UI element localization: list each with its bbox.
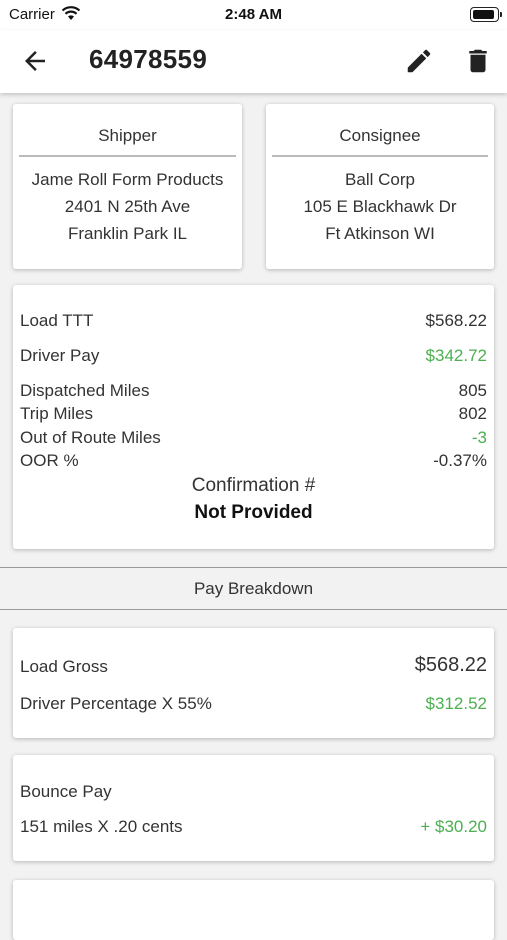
driver-pay-value: $342.72 <box>425 346 487 365</box>
oor-pct-row: OOR % -0.37% <box>20 451 487 471</box>
consignee-city: Ft Atkinson WI <box>325 224 435 243</box>
pencil-icon <box>407 49 431 73</box>
consignee-card: Consignee Ball Corp 105 E Blackhawk Dr F… <box>266 104 494 269</box>
load-gross-card: Load Gross $568.22 Driver Percentage X 5… <box>13 628 494 738</box>
driver-percentage-label: Driver Percentage X 55% <box>20 694 212 713</box>
driver-pay-label: Driver Pay <box>20 346 100 365</box>
shipper-heading: Shipper <box>19 126 236 157</box>
load-ttt-row: Load TTT $568.22 <box>20 311 487 331</box>
dispatched-miles-value: 805 <box>458 381 487 400</box>
load-gross-row: Load Gross $568.22 <box>20 654 487 677</box>
trip-miles-value: 802 <box>458 404 487 423</box>
status-time: 2:48 AM <box>225 6 282 23</box>
oor-pct-label: OOR % <box>20 451 79 470</box>
bounce-pay-card: Bounce Pay 151 miles X .20 cents + $30.2… <box>13 755 494 861</box>
bounce-pay-detail-label: 151 miles X .20 cents <box>20 817 183 836</box>
bounce-pay-title-row: Bounce Pay <box>20 782 487 802</box>
driver-percentage-value: $312.52 <box>425 694 487 713</box>
edit-button[interactable] <box>404 46 434 76</box>
bounce-pay-label: Bounce Pay <box>20 782 112 801</box>
load-gross-label: Load Gross <box>20 657 108 676</box>
shipper-address: 2401 N 25th Ave <box>64 197 191 216</box>
arrow-left-icon <box>25 51 45 71</box>
load-ttt-value: $568.22 <box>425 311 487 330</box>
shipper-name: Jame Roll Form Products <box>31 170 224 189</box>
bounce-pay-detail-row: 151 miles X .20 cents + $30.20 <box>20 817 487 837</box>
bounce-pay-detail-value: + $30.20 <box>420 817 487 836</box>
status-bar: Carrier 2:48 AM <box>0 0 507 30</box>
confirmation-label: Confirmation # <box>191 475 316 496</box>
out-of-route-label: Out of Route Miles <box>20 428 161 447</box>
confirmation-value: Not Provided <box>194 502 313 523</box>
load-summary-card: Load TTT $568.22 Driver Pay $342.72 Disp… <box>13 285 494 549</box>
trip-miles-label: Trip Miles <box>20 404 94 423</box>
battery-icon <box>470 7 502 22</box>
consignee-name: Ball Corp <box>345 170 415 189</box>
oor-pct-value: -0.37% <box>433 451 487 470</box>
app-bar: 64978559 <box>0 30 507 93</box>
trash-icon <box>469 49 487 73</box>
trip-miles-row: Trip Miles 802 <box>20 404 487 424</box>
out-of-route-row: Out of Route Miles -3 <box>20 428 487 448</box>
out-of-route-value: -3 <box>471 428 487 447</box>
dispatched-miles-label: Dispatched Miles <box>20 381 150 400</box>
dispatched-miles-row: Dispatched Miles 805 <box>20 381 487 401</box>
consignee-address: 105 E Blackhawk Dr <box>303 197 457 216</box>
load-gross-value: $568.22 <box>414 654 487 676</box>
back-button[interactable] <box>20 46 50 76</box>
shipper-card: Shipper Jame Roll Form Products 2401 N 2… <box>13 104 242 269</box>
load-ttt-label: Load TTT <box>20 311 94 330</box>
driver-pay-row: Driver Pay $342.72 <box>20 346 487 366</box>
delete-button[interactable] <box>463 46 493 76</box>
next-card <box>13 880 494 940</box>
driver-percentage-row: Driver Percentage X 55% $312.52 <box>20 694 487 714</box>
page-title: 64978559 <box>89 44 208 74</box>
consignee-heading: Consignee <box>272 126 488 157</box>
pay-breakdown-header: Pay Breakdown <box>0 567 507 610</box>
shipper-city: Franklin Park IL <box>67 224 188 243</box>
